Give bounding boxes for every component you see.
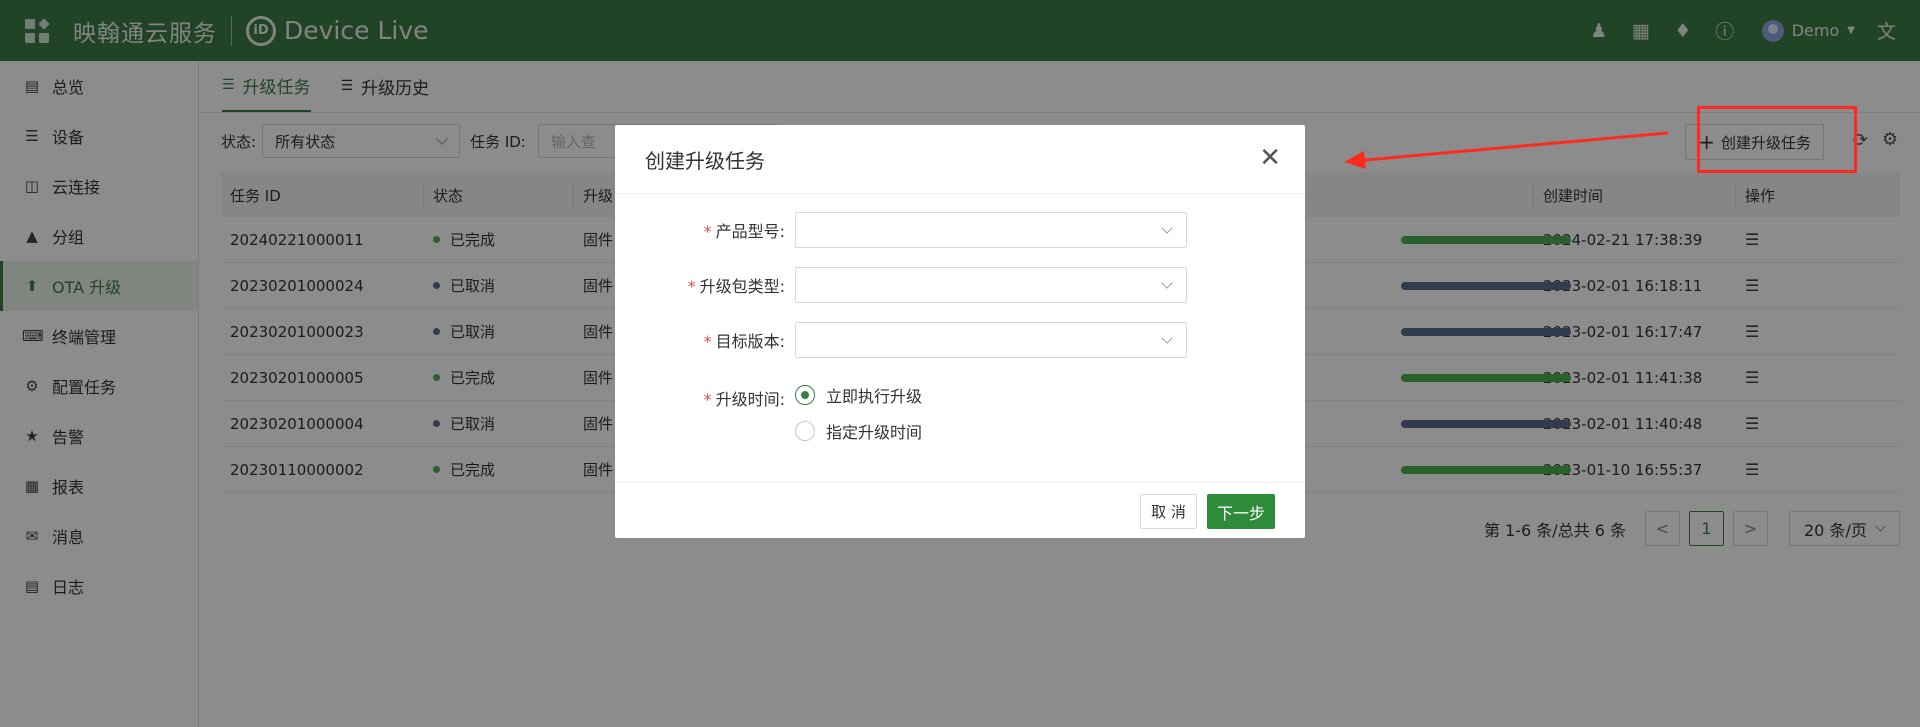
- form-row-target-version: * 目标版本:: [615, 322, 1305, 358]
- next-step-button[interactable]: 下一步: [1207, 494, 1275, 529]
- package-type-label: * 升级包类型:: [615, 273, 795, 297]
- form-row-package-type: * 升级包类型:: [615, 267, 1305, 303]
- radio-upgrade-now[interactable]: 立即执行升级: [795, 377, 922, 413]
- product-model-select[interactable]: [795, 212, 1187, 248]
- cancel-button[interactable]: 取 消: [1140, 494, 1197, 529]
- radio-upgrade-now-label: 立即执行升级: [826, 387, 923, 406]
- radio-upgrade-scheduled-label: 指定升级时间: [826, 423, 923, 442]
- target-version-label: * 目标版本:: [615, 328, 795, 352]
- chevron-down-icon: [1161, 222, 1173, 234]
- dialog-footer: 取 消 下一步: [615, 482, 1305, 538]
- upgrade-time-radio-group: 立即执行升级 指定升级时间: [795, 377, 922, 449]
- package-type-select[interactable]: [795, 267, 1187, 303]
- radio-checked-icon: [795, 385, 815, 405]
- annotation-highlight-box: [1697, 106, 1857, 173]
- product-model-label: * 产品型号:: [615, 218, 795, 242]
- chevron-down-icon: [1161, 332, 1173, 344]
- target-version-select[interactable]: [795, 322, 1187, 358]
- form-row-product-model: * 产品型号:: [615, 212, 1305, 248]
- dialog-title: 创建升级任务: [645, 148, 765, 173]
- form-row-upgrade-time: * 升级时间: 立即执行升级 指定升级时间: [615, 377, 1305, 449]
- upgrade-time-label: * 升级时间:: [615, 377, 795, 410]
- dialog-header: 创建升级任务 ✕: [615, 125, 1305, 194]
- create-upgrade-task-dialog: 创建升级任务 ✕ * 产品型号: * 升级包类型: * 目标版本: * 升级时间: 立即…: [615, 125, 1305, 538]
- chevron-down-icon: [1161, 277, 1173, 289]
- radio-unchecked-icon: [795, 421, 815, 441]
- product-model-label-text: 产品型号:: [715, 222, 785, 241]
- required-mark: *: [703, 390, 712, 409]
- radio-upgrade-scheduled[interactable]: 指定升级时间: [795, 413, 922, 449]
- required-mark: *: [687, 277, 696, 296]
- annotation-arrow: [1344, 131, 1669, 169]
- required-mark: *: [703, 222, 712, 241]
- upgrade-time-label-text: 升级时间:: [715, 390, 785, 409]
- required-mark: *: [703, 332, 712, 351]
- close-icon[interactable]: ✕: [1259, 145, 1281, 171]
- target-version-label-text: 目标版本:: [715, 332, 785, 351]
- package-type-label-text: 升级包类型:: [699, 277, 785, 296]
